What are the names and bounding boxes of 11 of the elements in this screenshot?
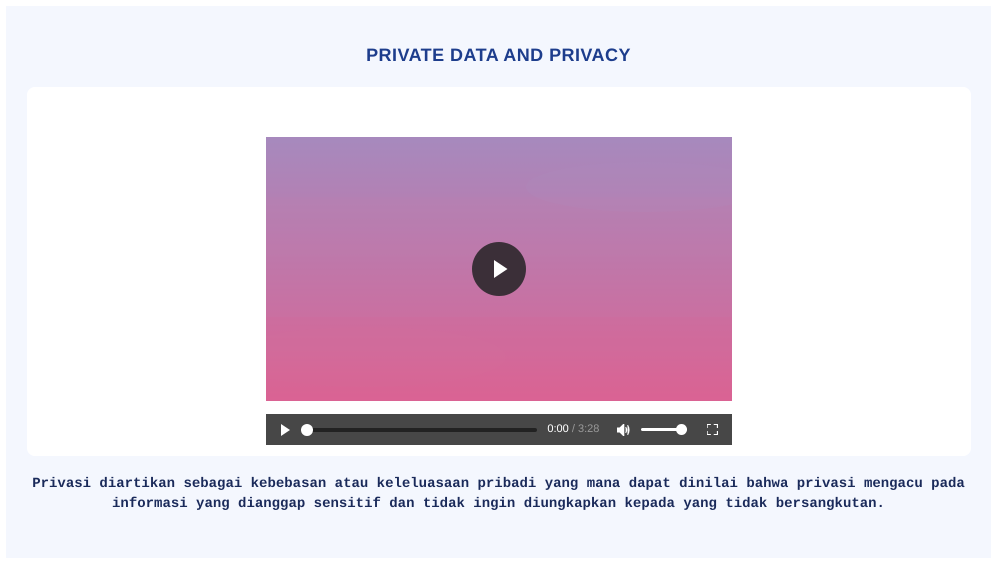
duration: / 3:28: [572, 423, 600, 436]
description-paragraph: Privasi diartikan sebagai kebebasan atau keleluasaan pribadi yang mana dapat dinilai bahwa privasi mengacu pada informasi yang dianggap sensitif dan tidak ingin diungkapkan kepada yang tidak bersangkutan.: [31, 475, 966, 514]
play-icon: [492, 260, 508, 278]
fullscreen-icon[interactable]: [706, 424, 718, 435]
play-icon: [280, 424, 290, 436]
play-button[interactable]: [280, 423, 292, 436]
current-time: 0:00: [547, 423, 569, 436]
volume-icon[interactable]: [617, 424, 631, 436]
page-title: PRIVATE DATA AND PRIVACY: [366, 44, 631, 67]
volume-slider[interactable]: [640, 424, 687, 436]
progress-slider[interactable]: [301, 424, 538, 436]
